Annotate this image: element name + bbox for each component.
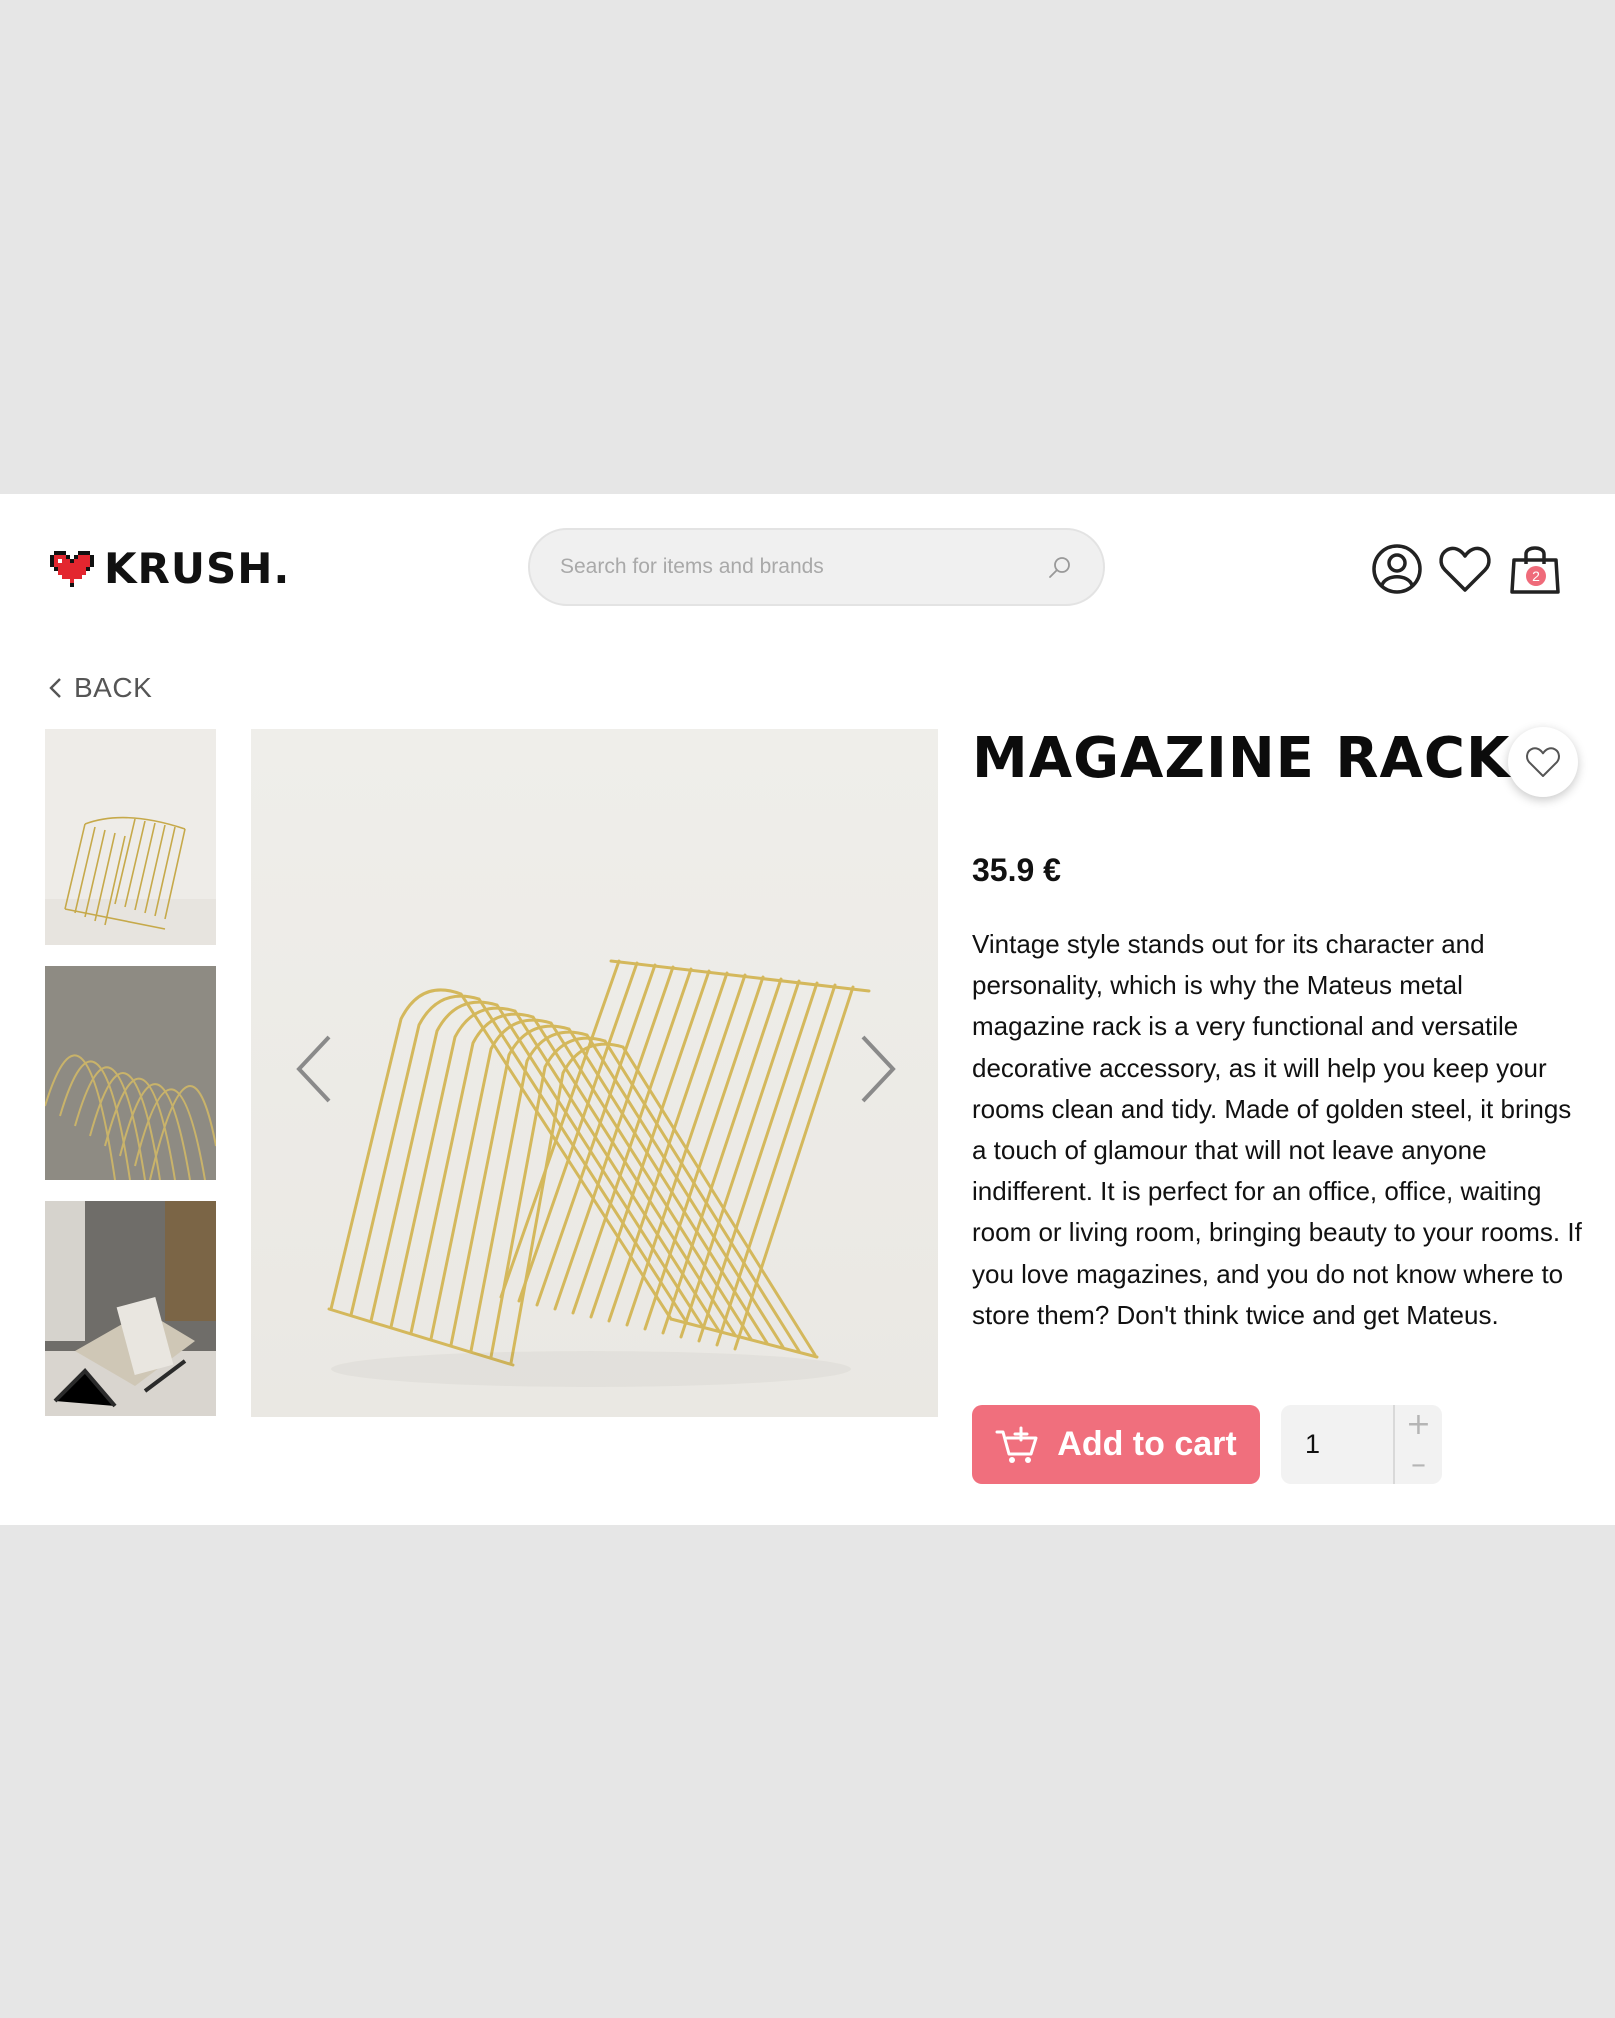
user-icon[interactable] bbox=[1370, 542, 1424, 596]
decrement-button[interactable]: – bbox=[1395, 1445, 1442, 1484]
logo[interactable]: KRUSH. bbox=[50, 544, 290, 593]
quantity-input[interactable] bbox=[1305, 1405, 1375, 1484]
add-to-cart-button[interactable]: Add to cart bbox=[972, 1405, 1260, 1484]
search-icon[interactable] bbox=[1047, 555, 1073, 581]
chevron-left-icon bbox=[49, 678, 61, 698]
thumbnail-1[interactable] bbox=[45, 729, 216, 945]
add-to-cart-label: Add to cart bbox=[1057, 1425, 1237, 1463]
back-link[interactable]: BACK bbox=[48, 672, 152, 704]
heart-logo-icon bbox=[50, 550, 94, 587]
cart-plus-icon bbox=[995, 1426, 1038, 1463]
cart-button[interactable]: 2 bbox=[1508, 542, 1562, 596]
chevron-left-icon[interactable] bbox=[289, 1029, 339, 1109]
heart-icon[interactable] bbox=[1438, 542, 1492, 596]
heart-icon bbox=[1526, 747, 1560, 777]
product-price: 35.9 € bbox=[972, 852, 1061, 888]
product-description: Vintage style stands out for its charact… bbox=[972, 929, 1582, 1330]
chevron-right-icon[interactable] bbox=[853, 1029, 903, 1109]
back-label: BACK bbox=[74, 672, 153, 703]
thumbnail-2[interactable] bbox=[45, 966, 216, 1180]
search-input[interactable] bbox=[560, 530, 1020, 604]
quantity-stepper: + – bbox=[1281, 1405, 1442, 1484]
increment-button[interactable]: + bbox=[1395, 1405, 1442, 1444]
product-title: MAGAZINE RACK bbox=[972, 726, 1511, 791]
favorite-button[interactable] bbox=[1508, 727, 1578, 797]
product-image bbox=[251, 729, 938, 1417]
cart-count-badge: 2 bbox=[1526, 566, 1546, 586]
search-bar bbox=[528, 528, 1105, 606]
page: KRUSH. 2 BACK bbox=[0, 494, 1615, 1525]
thumbnail-3[interactable] bbox=[45, 1201, 216, 1416]
logo-text: KRUSH. bbox=[104, 544, 291, 593]
